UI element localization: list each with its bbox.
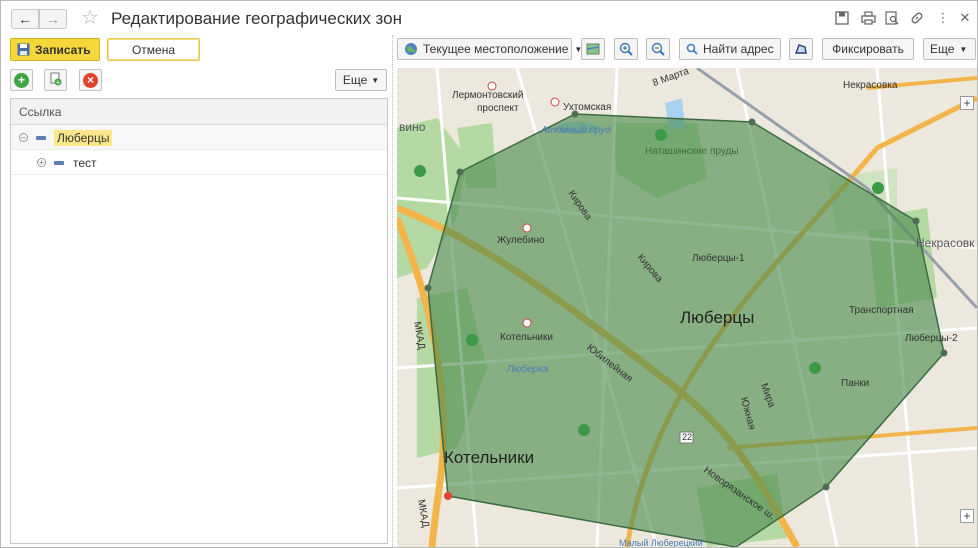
globe-icon bbox=[404, 42, 418, 56]
zones-tree: Ссылка – Люберцы + тест bbox=[10, 98, 388, 544]
map-zoom-in-button[interactable]: + bbox=[960, 96, 974, 110]
zoom-in-button[interactable] bbox=[614, 38, 638, 60]
expand-icon[interactable]: + bbox=[37, 158, 46, 167]
map-more-button[interactable]: Еще ▼ bbox=[923, 38, 976, 60]
map-label: Люберка bbox=[507, 364, 549, 375]
map-icon bbox=[586, 42, 600, 56]
map-label: Наташинские пруды bbox=[645, 146, 739, 157]
park-pin-icon bbox=[414, 165, 426, 177]
map-label: вино bbox=[399, 120, 426, 134]
page-title: Редактирование географических зон bbox=[111, 9, 402, 28]
print-icon[interactable] bbox=[859, 9, 877, 27]
save-disk-icon[interactable] bbox=[833, 9, 851, 27]
map-zoom-in-button-bottom[interactable]: + bbox=[960, 509, 974, 523]
zone-vertex bbox=[912, 217, 920, 225]
tree-row[interactable]: – Люберцы bbox=[11, 125, 387, 150]
cancel-button-label: Отмена bbox=[131, 42, 176, 57]
fix-button-label: Фиксировать bbox=[832, 42, 904, 56]
map-label: Малый Люберецкий bbox=[619, 538, 703, 547]
draw-zone-button[interactable] bbox=[789, 38, 813, 60]
map-label: Ухтомская bbox=[563, 102, 612, 113]
plus-icon: + bbox=[14, 72, 29, 88]
collapse-icon[interactable]: – bbox=[19, 133, 28, 142]
panel-splitter[interactable] bbox=[390, 35, 396, 547]
map-label: Атомный пруд bbox=[541, 125, 611, 136]
park-pin-icon bbox=[578, 424, 590, 436]
copy-button[interactable]: + bbox=[44, 69, 67, 91]
map-label: Котельники bbox=[500, 332, 553, 343]
save-button-label: Записать bbox=[35, 42, 91, 57]
copy-icon: + bbox=[49, 72, 63, 89]
map-more-label: Еще bbox=[930, 42, 955, 56]
current-location-label: Текущее местоположение bbox=[423, 42, 569, 56]
zone-vertex bbox=[822, 483, 830, 491]
fix-button[interactable]: Фиксировать bbox=[822, 38, 914, 60]
zone-icon bbox=[54, 161, 64, 165]
metro-icon bbox=[487, 81, 497, 91]
search-icon bbox=[686, 43, 698, 55]
arrow-left-icon: ← bbox=[18, 11, 32, 27]
park-pin-icon bbox=[872, 182, 884, 194]
find-address-button[interactable]: Найти адрес bbox=[679, 38, 781, 60]
zone-vertex bbox=[424, 284, 432, 292]
delete-icon: × bbox=[83, 72, 98, 88]
tree-row[interactable]: + тест bbox=[11, 150, 387, 175]
forward-button[interactable]: → bbox=[39, 9, 67, 29]
window: ← → ☆ Редактирование географических зон … bbox=[0, 0, 978, 548]
more-button-label: Еще bbox=[342, 73, 368, 87]
back-button[interactable]: ← bbox=[11, 9, 39, 29]
more-vertical-icon[interactable]: ⋮ bbox=[934, 9, 952, 27]
map-label: проспект bbox=[477, 103, 519, 114]
zoom-out-icon bbox=[651, 42, 665, 56]
map-label: Транспортная bbox=[849, 305, 914, 316]
zone-icon bbox=[36, 136, 46, 140]
zone-vertex bbox=[940, 349, 948, 357]
map-label: Некрасовк bbox=[916, 236, 975, 250]
zone-vertex bbox=[748, 118, 756, 126]
zone-vertex bbox=[456, 168, 464, 176]
chevron-down-icon: ▼ bbox=[371, 75, 380, 85]
map-label-city: Котельники bbox=[444, 448, 535, 467]
chevron-down-icon: ▼ bbox=[959, 44, 968, 54]
tree-item-label: тест bbox=[73, 156, 97, 170]
svg-text:+: + bbox=[55, 78, 61, 86]
zoom-out-button[interactable] bbox=[646, 38, 670, 60]
current-location-button[interactable]: Текущее местоположение ▼ bbox=[397, 38, 582, 60]
park-pin-icon bbox=[655, 129, 667, 141]
park-pin-icon bbox=[466, 334, 478, 346]
map-label-city: Люберцы bbox=[680, 308, 755, 327]
map-label: Люберцы-1 bbox=[692, 253, 745, 264]
close-icon[interactable]: ✕ bbox=[956, 9, 974, 27]
map-layers-button[interactable] bbox=[581, 38, 605, 60]
preview-icon[interactable] bbox=[883, 9, 901, 27]
find-address-label: Найти адрес bbox=[703, 42, 774, 56]
arrow-right-icon: → bbox=[46, 11, 60, 27]
cancel-button[interactable]: Отмена bbox=[107, 38, 200, 61]
delete-button[interactable]: × bbox=[79, 69, 102, 91]
metro-icon bbox=[522, 223, 532, 233]
title-bar: ← → ☆ Редактирование географических зон … bbox=[1, 1, 977, 35]
left-panel: Записать Отмена + + × Еще ▼ Ссылка – Люб… bbox=[1, 35, 391, 547]
save-button[interactable]: Записать bbox=[10, 38, 100, 61]
save-disk-icon bbox=[17, 43, 30, 56]
star-icon[interactable]: ☆ bbox=[81, 7, 99, 29]
zoom-in-icon bbox=[619, 42, 633, 56]
add-button[interactable]: + bbox=[10, 69, 33, 91]
column-header[interactable]: Ссылка bbox=[11, 99, 387, 125]
map-label: Жулебино bbox=[497, 235, 545, 246]
metro-icon bbox=[522, 318, 532, 328]
metro-icon bbox=[550, 97, 560, 107]
map-label: Люберцы-2 bbox=[905, 333, 958, 344]
map-label: Лермонтовский bbox=[452, 90, 524, 101]
zone-vertex-selected bbox=[444, 492, 452, 500]
park-pin-icon bbox=[809, 362, 821, 374]
draw-polygon-icon bbox=[794, 42, 808, 56]
map-label: Некрасовка bbox=[843, 80, 898, 91]
tree-item-label: Люберцы bbox=[54, 130, 113, 146]
map-view[interactable]: Лермонтовский проспект Ухтомская Атомный… bbox=[397, 68, 977, 547]
map-label: Панки bbox=[841, 378, 870, 389]
link-icon[interactable] bbox=[908, 9, 926, 27]
more-button[interactable]: Еще ▼ bbox=[335, 69, 387, 91]
map-label: 22 bbox=[682, 432, 693, 442]
